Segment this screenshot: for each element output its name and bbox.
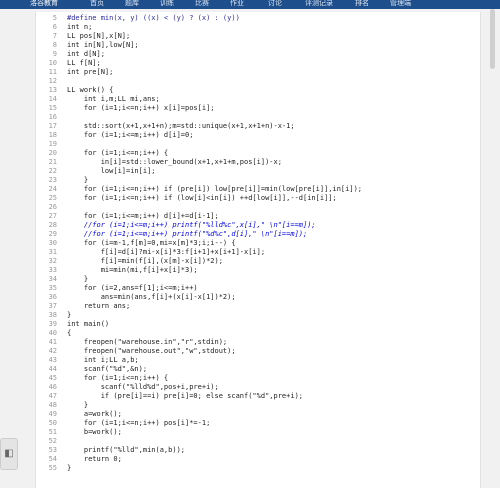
site-logo[interactable]: 洛谷教育 — [30, 0, 58, 7]
line-number: 55 — [48, 464, 57, 472]
code-line: return 0; — [67, 455, 122, 463]
nav-homework[interactable]: 作业 — [230, 0, 244, 7]
scrollbar-thumb[interactable] — [490, 9, 495, 69]
code-line: int pre[N]; — [67, 68, 114, 76]
side-toggle-button[interactable]: ◧ — [0, 438, 18, 470]
code-line: if (pre[i]==i) pre[i]=0; else scanf("%d"… — [67, 392, 304, 400]
nav-contests[interactable]: 比赛 — [195, 0, 209, 7]
code-line: #define min(x, y) ((x) < (y) ? (x) : (y)… — [67, 14, 240, 22]
code-line: b=work(); — [67, 428, 122, 436]
nav-training[interactable]: 训练 — [160, 0, 174, 7]
code-line: } — [67, 464, 72, 472]
nav-records[interactable]: 评测记录 — [305, 0, 333, 7]
nav-home[interactable]: 首页 — [90, 0, 104, 7]
code-line: for (i=1;i<=m;i++) d[i]=0; — [67, 131, 194, 139]
scrollbar-track[interactable] — [488, 9, 500, 488]
nav-discuss[interactable]: 讨论 — [268, 0, 282, 7]
code-line: for (i=1;i<=n;i++) if (low[i]<in[i]) ++d… — [67, 194, 337, 202]
nav-admin[interactable]: 管理端 — [390, 0, 411, 7]
code-line: int main() — [67, 320, 110, 328]
code-line: for (i=1;i<=n;i++) x[i]=pos[i]; — [67, 104, 215, 112]
nav-ranking[interactable]: 排名 — [355, 0, 369, 7]
nav-problems[interactable]: 题库 — [125, 0, 139, 7]
code-line: return ans; — [67, 302, 131, 310]
top-nav-bar: 洛谷教育 首页 题库 训练 比赛 作业 讨论 评测记录 排名 管理端 — [0, 0, 500, 9]
